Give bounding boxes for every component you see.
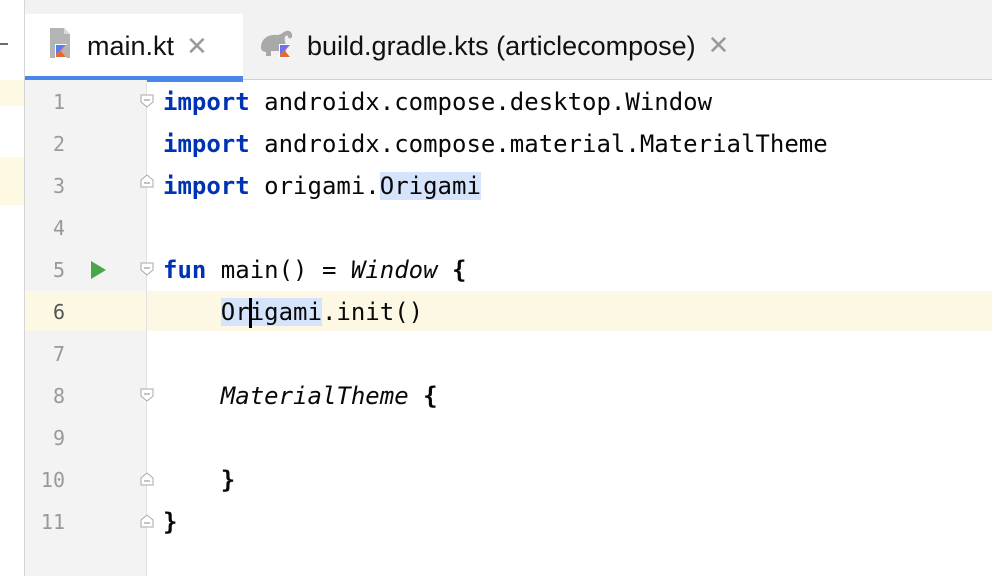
line-number: 8 [52,384,65,408]
collapse-indicator [0,43,8,45]
code-line-1: import androidx.compose.desktop.Window [163,82,712,122]
close-icon[interactable]: ✕ [186,32,208,62]
code-text: .init() [321,298,424,326]
line-number: 4 [52,216,65,240]
code-editor[interactable]: import androidx.compose.desktop.Window i… [147,80,992,576]
tab-label: main.kt [87,31,175,61]
code-line-2: import androidx.compose.material.Materia… [163,124,828,164]
keyword: fun [163,256,207,284]
project-panel-strip[interactable] [0,0,25,576]
editor-tab-bar: main.kt ✕ build.gradle.kts (articlecompo… [25,0,992,82]
code-text: main() = [206,256,351,284]
keyword: import [163,88,250,116]
identifier-part: igami [249,298,322,326]
line-number: 6 [52,300,65,324]
run-icon[interactable] [91,261,106,279]
tab-label: build.gradle.kts (articlecompose) [307,30,696,61]
code-text: androidx.compose.desktop.Window [249,88,713,116]
tab-build-gradle-kts[interactable]: build.gradle.kts (articlecompose) ✕ [257,14,729,78]
line-number: 5 [52,258,65,282]
close-icon[interactable]: ✕ [708,31,730,61]
code-line-10: } [163,460,235,500]
gradle-kotlin-icon [257,26,297,67]
identifier-highlight: Origami [220,298,322,328]
code-line-8: MaterialTheme { [163,376,438,416]
code-line-11: } [163,502,177,542]
code-text: androidx.compose.material.MaterialTheme [249,130,828,158]
keyword: import [163,130,250,158]
brace: } [220,466,236,494]
line-number: 7 [52,342,65,366]
line-number: 11 [40,510,65,534]
tab-main-kt[interactable]: main.kt ✕ [25,14,243,82]
line-number: 2 [52,132,65,156]
keyword: import [163,172,250,200]
selected-row-highlight [0,157,24,205]
code-line-3: import origami.Origami [163,166,481,206]
kotlin-file-icon [47,26,77,67]
identifier-highlight: Origami [379,172,481,200]
brace: { [408,382,438,410]
italic-call: MaterialTheme [220,382,409,410]
editor-gutter[interactable]: 1 2 3 4 5 6 7 8 9 10 11 [25,80,154,576]
line-number: 3 [52,174,65,198]
line-number: 9 [52,426,65,450]
brace: { [437,256,467,284]
selected-row-highlight [0,80,24,106]
identifier-part: Or [220,298,250,326]
code-text: origami. [249,172,380,200]
code-line-5: fun main() = Window { [163,250,466,290]
italic-call: Window [350,256,438,284]
code-line-6: Origami.init() [163,292,423,332]
line-number: 10 [40,468,65,492]
brace: } [163,508,178,536]
line-number: 1 [52,90,65,114]
